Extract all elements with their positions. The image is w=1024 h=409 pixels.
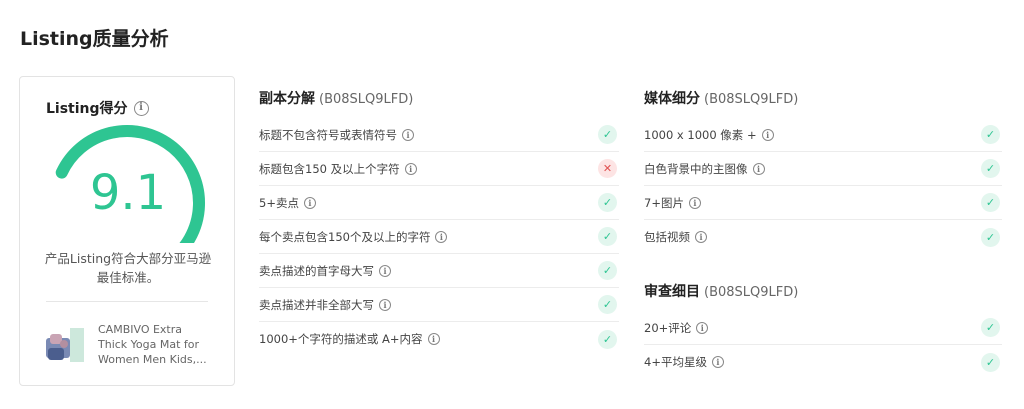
check-label-text: 白色背景中的主图像: [644, 161, 748, 176]
check-icon: ✓: [598, 329, 617, 349]
info-icon[interactable]: i: [695, 231, 707, 243]
check-label-text: 卖点描述的首字母大写: [259, 263, 374, 278]
listing-score-card: Listing得分 i 9.1 产品Listing符合大部分亚马逊最佳标准。 C…: [19, 76, 235, 386]
page-title: Listing质量分析: [20, 28, 169, 50]
product-name[interactable]: CAMBIVO Extra Thick Yoga Mat for Women M…: [98, 322, 214, 367]
cross-icon: ✕: [598, 159, 617, 178]
check-row: 4+平均星级 i ✓: [644, 345, 1002, 379]
review-section-sku: (B08SLQ9LFD): [704, 285, 799, 300]
check-icon: ✓: [598, 295, 617, 314]
check-label: 白色背景中的主图像 i: [644, 161, 765, 177]
check-icon: ✓: [981, 352, 1000, 372]
copy-check-list: 标题不包含符号或表情符号 i ✓ 标题包含150 及以上个字符 i ✕ 5+卖点 i ✓ 每个卖点…: [259, 118, 619, 356]
check-label: 包括视频 i: [644, 229, 707, 245]
media-check-list: 1000 x 1000 像素 + i ✓ 白色背景中的主图像 i ✓ 7+图片 i ✓ 包括视频 i…: [644, 118, 1002, 254]
info-icon[interactable]: i: [435, 230, 448, 243]
check-label: 标题包含150 及以上个字符 i: [259, 161, 417, 177]
info-icon[interactable]: i: [402, 128, 414, 141]
product-link[interactable]: CAMBIVO Extra Thick Yoga Mat for Women M…: [46, 322, 214, 367]
info-icon[interactable]: i: [379, 298, 391, 311]
check-label: 每个卖点包含150个及以上的字符 i: [259, 229, 448, 245]
copy-section-label: 副本分解: [259, 91, 315, 107]
check-label: 1000 x 1000 像素 + i: [644, 127, 774, 143]
divider: [46, 301, 208, 302]
check-row: 1000+个字符的描述或 A+内容 i ✓: [259, 322, 619, 356]
check-label-text: 标题不包含符号或表情符号: [259, 127, 397, 142]
review-section-label: 审查细目: [644, 284, 700, 300]
check-label-text: 每个卖点包含150个及以上的字符: [259, 229, 431, 244]
check-row: 7+图片 i ✓: [644, 186, 1002, 220]
info-icon[interactable]: i: [303, 196, 316, 209]
check-row: 标题不包含符号或表情符号 i ✓: [259, 118, 619, 152]
review-section-title: 审查细目 (B08SLQ9LFD): [644, 281, 798, 301]
check-label-text: 标题包含150 及以上个字符: [259, 161, 400, 176]
check-label-text: 5+卖点: [259, 195, 299, 210]
check-row: 每个卖点包含150个及以上的字符 i ✓: [259, 220, 619, 254]
check-row: 卖点描述的首字母大写 i ✓: [259, 254, 619, 288]
score-value: 9.1: [89, 165, 167, 221]
check-label-text: 包括视频: [644, 230, 690, 244]
check-icon: ✓: [598, 227, 617, 246]
check-label-text: 20+评论: [644, 320, 692, 335]
check-label: 5+卖点 i: [259, 195, 316, 211]
check-label: 4+平均星级 i: [644, 354, 724, 370]
check-label: 卖点描述的首字母大写 i: [259, 263, 391, 279]
check-icon: ✓: [981, 227, 1000, 247]
check-icon: ✓: [981, 125, 1000, 144]
info-icon[interactable]: i: [688, 196, 701, 209]
check-label: 卖点描述并非全部大写 i: [259, 297, 391, 313]
check-label: 20+评论 i: [644, 320, 709, 336]
check-row: 标题包含150 及以上个字符 i ✕: [259, 152, 619, 186]
review-check-list: 20+评论 i ✓ 4+平均星级 i ✓: [644, 311, 1002, 379]
check-icon: ✓: [598, 125, 617, 144]
check-label: 7+图片 i: [644, 195, 701, 211]
check-row: 包括视频 i ✓: [644, 220, 1002, 254]
check-row: 白色背景中的主图像 i ✓: [644, 152, 1002, 186]
info-icon[interactable]: i: [752, 162, 765, 175]
score-heading: Listing得分 i: [46, 98, 149, 118]
media-section-title: 媒体细分 (B08SLQ9LFD): [644, 88, 798, 108]
check-label: 1000+个字符的描述或 A+内容 i: [259, 331, 440, 347]
check-label-text: 4+平均星级: [644, 355, 707, 369]
check-icon: ✓: [598, 261, 617, 280]
check-label-text: 卖点描述并非全部大写: [259, 297, 374, 312]
check-row: 20+评论 i ✓: [644, 311, 1002, 345]
check-icon: ✓: [981, 159, 1000, 178]
product-thumbnail[interactable]: [46, 326, 86, 366]
info-icon[interactable]: i: [404, 162, 417, 175]
check-label: 标题不包含符号或表情符号 i: [259, 127, 414, 143]
info-icon[interactable]: i: [379, 264, 391, 277]
check-icon: ✓: [981, 318, 1000, 337]
check-row: 卖点描述并非全部大写 i ✓: [259, 288, 619, 322]
info-icon[interactable]: i: [761, 128, 774, 141]
check-label-text: 7+图片: [644, 195, 684, 210]
info-icon[interactable]: i: [427, 333, 440, 345]
info-icon[interactable]: i: [711, 356, 724, 368]
copy-section-sku: (B08SLQ9LFD): [319, 92, 414, 107]
check-icon: ✓: [981, 193, 1000, 212]
score-description: 产品Listing符合大部分亚马逊最佳标准。: [44, 251, 212, 285]
check-row: 1000 x 1000 像素 + i ✓: [644, 118, 1002, 152]
check-icon: ✓: [598, 193, 617, 212]
check-row: 5+卖点 i ✓: [259, 186, 619, 220]
check-label-text: 1000+个字符的描述或 A+内容: [259, 332, 423, 346]
score-label: Listing得分: [46, 101, 128, 117]
info-icon[interactable]: i: [696, 321, 709, 334]
info-icon[interactable]: i: [133, 100, 149, 116]
copy-section-title: 副本分解 (B08SLQ9LFD): [259, 88, 413, 108]
check-label-text: 1000 x 1000 像素 +: [644, 127, 757, 142]
media-section-sku: (B08SLQ9LFD): [704, 92, 799, 107]
media-section-label: 媒体细分: [644, 91, 700, 107]
